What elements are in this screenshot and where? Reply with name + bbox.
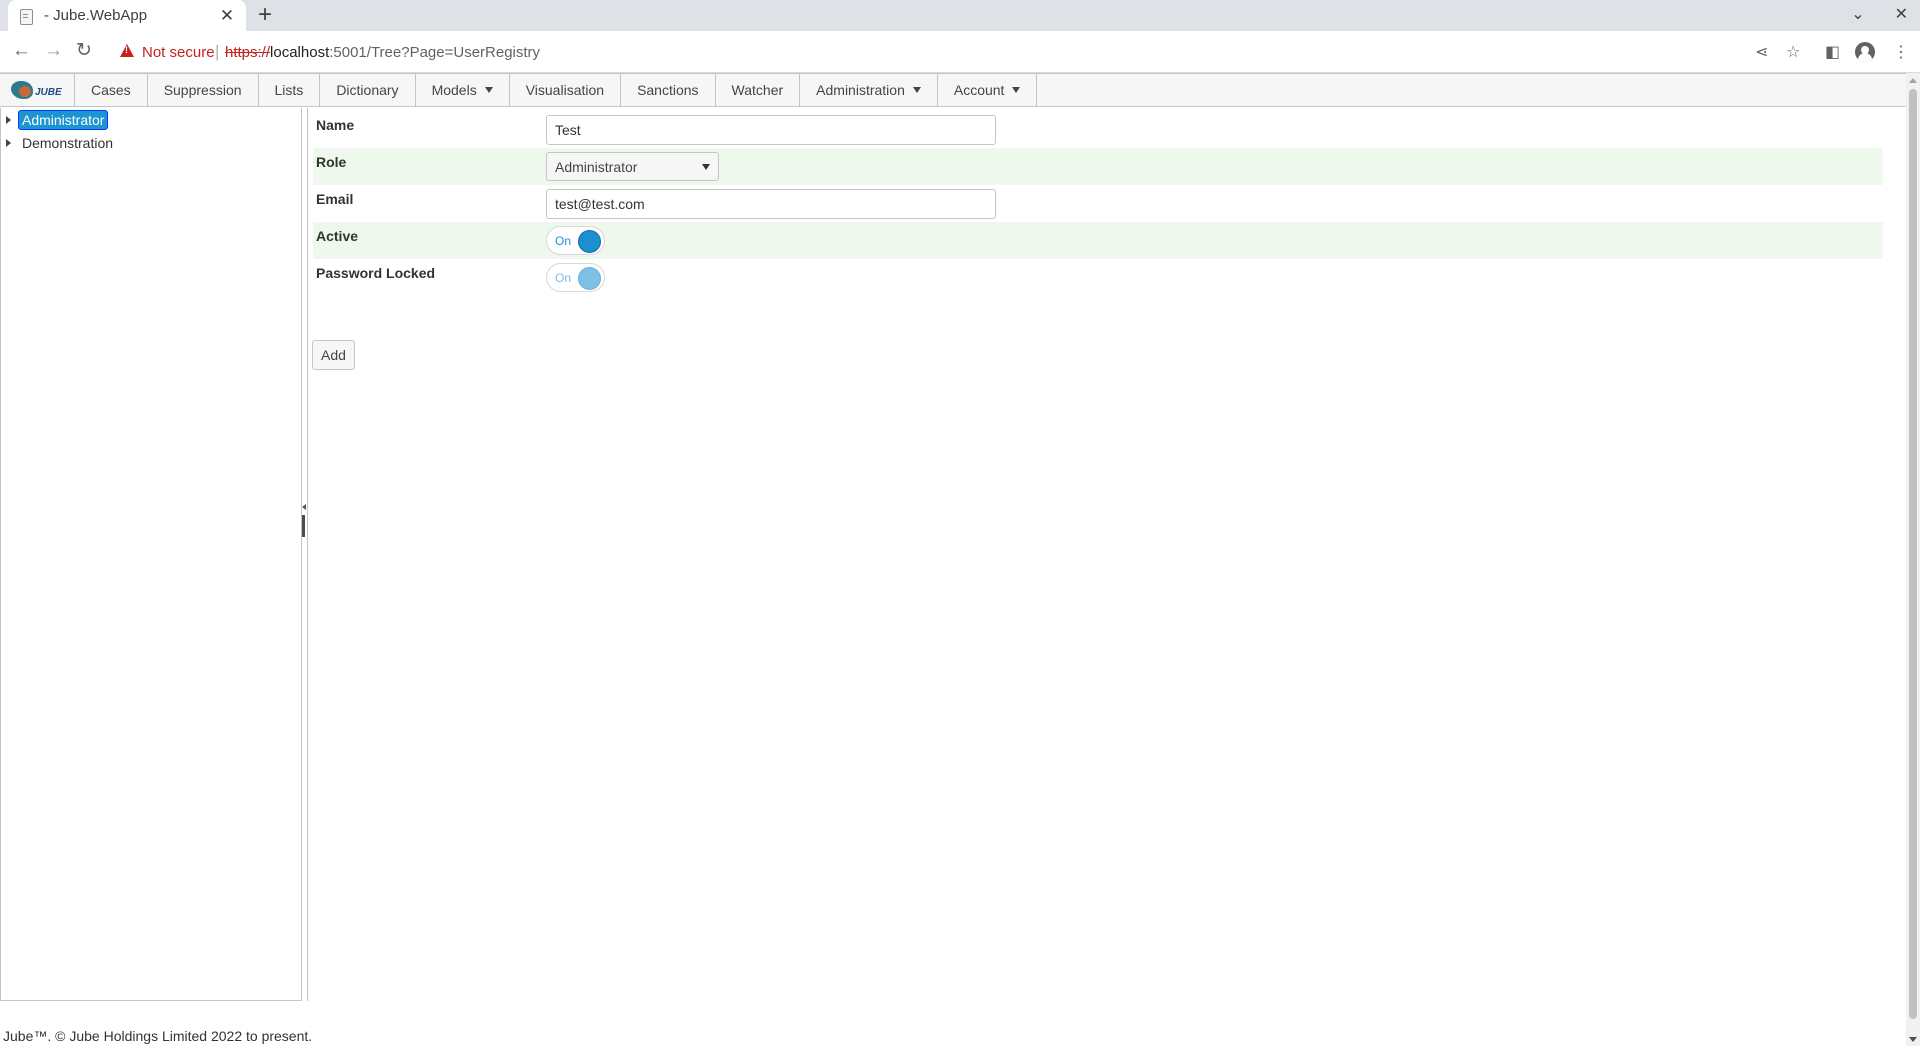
logo-text: JUBE xyxy=(35,86,62,98)
url-host: localhost xyxy=(270,44,330,61)
menu-label: Dictionary xyxy=(336,82,399,98)
url-text[interactable]: https://localhost:5001/Tree?Page=UserReg… xyxy=(225,44,540,61)
menu-label: Visualisation xyxy=(525,82,605,98)
role-select[interactable]: Administrator xyxy=(546,152,719,181)
page-scrollbar[interactable] xyxy=(1906,73,1920,1046)
password-locked-label: Password Locked xyxy=(316,265,436,281)
panel-splitter[interactable] xyxy=(302,108,308,1001)
menu-visualisation[interactable]: Visualisation xyxy=(510,74,622,106)
profile-avatar-icon[interactable] xyxy=(1855,42,1875,62)
side-panel-icon[interactable]: ◧ xyxy=(1825,42,1840,62)
active-row: Active On xyxy=(313,222,1883,259)
close-icon[interactable]: ✕ xyxy=(218,6,236,26)
chevron-down-icon xyxy=(484,87,493,93)
tree-node-label[interactable]: Administrator xyxy=(18,110,109,130)
forward-arrow-icon[interactable]: → xyxy=(44,41,63,61)
chevron-down-icon xyxy=(1012,87,1021,93)
tree-node-label[interactable]: Demonstration xyxy=(18,133,117,153)
menu-account[interactable]: Account xyxy=(938,74,1038,106)
collapse-arrow-icon[interactable] xyxy=(302,504,306,510)
url-separator: | xyxy=(215,42,220,61)
add-button[interactable]: Add xyxy=(312,340,355,370)
menu-cases[interactable]: Cases xyxy=(75,74,148,106)
window-controls: ⌄ ✕ xyxy=(1851,4,1908,24)
scrollbar-thumb[interactable] xyxy=(1909,89,1917,1019)
menu-label: Account xyxy=(953,82,1005,98)
browser-tab[interactable]: - Jube.WebApp ✕ xyxy=(8,0,246,31)
menu-administration[interactable]: Administration xyxy=(800,74,938,106)
main-menubar: JUBE Cases Suppression Lists Dictionary … xyxy=(0,73,1906,107)
toggle-state-label: On xyxy=(555,233,572,248)
scroll-up-arrow-icon[interactable] xyxy=(1909,78,1917,83)
new-tab-button[interactable]: + xyxy=(258,3,272,27)
active-toggle[interactable]: On xyxy=(546,226,605,255)
menu-dictionary[interactable]: Dictionary xyxy=(320,74,416,106)
jube-logo[interactable]: JUBE xyxy=(0,74,75,106)
footer-text: Jube™. © Jube Holdings Limited 2022 to p… xyxy=(3,1028,313,1044)
toggle-knob[interactable] xyxy=(578,267,601,290)
warning-icon xyxy=(120,44,134,57)
role-label: Role xyxy=(316,154,347,170)
menu-label: Watcher xyxy=(731,82,784,98)
name-label: Name xyxy=(316,117,355,133)
toggle-state-label: On xyxy=(555,270,572,285)
menu-label: Models xyxy=(431,82,477,98)
toggle-knob[interactable] xyxy=(578,230,601,253)
email-input[interactable] xyxy=(546,189,996,219)
password-locked-toggle[interactable]: On xyxy=(546,263,605,292)
url-path: :5001/Tree?Page=UserRegistry xyxy=(329,44,541,61)
menu-suppression[interactable]: Suppression xyxy=(148,74,259,106)
logo-icon xyxy=(11,81,33,99)
splitter-grip[interactable] xyxy=(302,515,305,537)
email-row: Email xyxy=(313,185,1883,222)
password-locked-row: Password Locked On xyxy=(313,259,1883,296)
browser-tabstrip: - Jube.WebApp ✕ + ⌄ ✕ xyxy=(0,0,1920,31)
window-close-icon[interactable]: ✕ xyxy=(1895,4,1908,24)
menu-models[interactable]: Models xyxy=(416,74,510,106)
name-row: Name xyxy=(313,111,1883,148)
tree-node-administrator[interactable]: Administrator xyxy=(6,110,109,130)
tab-title: - Jube.WebApp xyxy=(44,7,148,24)
chevron-down-icon xyxy=(912,87,921,93)
role-row: Role Administrator xyxy=(313,148,1883,185)
active-label: Active xyxy=(316,228,359,244)
back-arrow-icon[interactable]: ← xyxy=(12,41,31,61)
role-selected-value: Administrator xyxy=(555,158,638,175)
kebab-menu-icon[interactable]: ⋮ xyxy=(1893,42,1909,62)
menu-label: Sanctions xyxy=(637,82,699,98)
expand-arrow-icon[interactable] xyxy=(6,116,11,124)
user-form: Name Role Administrator Email Active On xyxy=(313,111,1883,296)
tree-node-demonstration[interactable]: Demonstration xyxy=(6,133,117,153)
expand-arrow-icon[interactable] xyxy=(6,139,11,147)
not-secure-label[interactable]: Not secure xyxy=(142,44,215,61)
name-input[interactable] xyxy=(546,115,996,145)
app-root: JUBE Cases Suppression Lists Dictionary … xyxy=(0,73,1906,1046)
menu-label: Lists xyxy=(274,82,304,98)
star-icon[interactable]: ☆ xyxy=(1786,42,1800,62)
tab-search-icon[interactable]: ⌄ xyxy=(1851,4,1864,24)
menu-label: Suppression xyxy=(163,82,242,98)
menu-label: Cases xyxy=(91,82,131,98)
menu-label: Administration xyxy=(816,82,905,98)
reload-icon[interactable]: ↻ xyxy=(76,41,92,61)
scroll-down-arrow-icon[interactable] xyxy=(1909,1037,1917,1042)
menu-watcher[interactable]: Watcher xyxy=(716,74,801,106)
menu-lists[interactable]: Lists xyxy=(259,74,321,106)
email-label: Email xyxy=(316,191,354,207)
menu-sanctions[interactable]: Sanctions xyxy=(621,74,716,106)
page-icon xyxy=(18,8,34,25)
chevron-down-icon xyxy=(702,163,710,170)
url-scheme: https:// xyxy=(225,44,271,61)
tree-sidebar: Administrator Demonstration xyxy=(0,108,302,1001)
share-icon[interactable]: ⋖ xyxy=(1755,42,1768,62)
